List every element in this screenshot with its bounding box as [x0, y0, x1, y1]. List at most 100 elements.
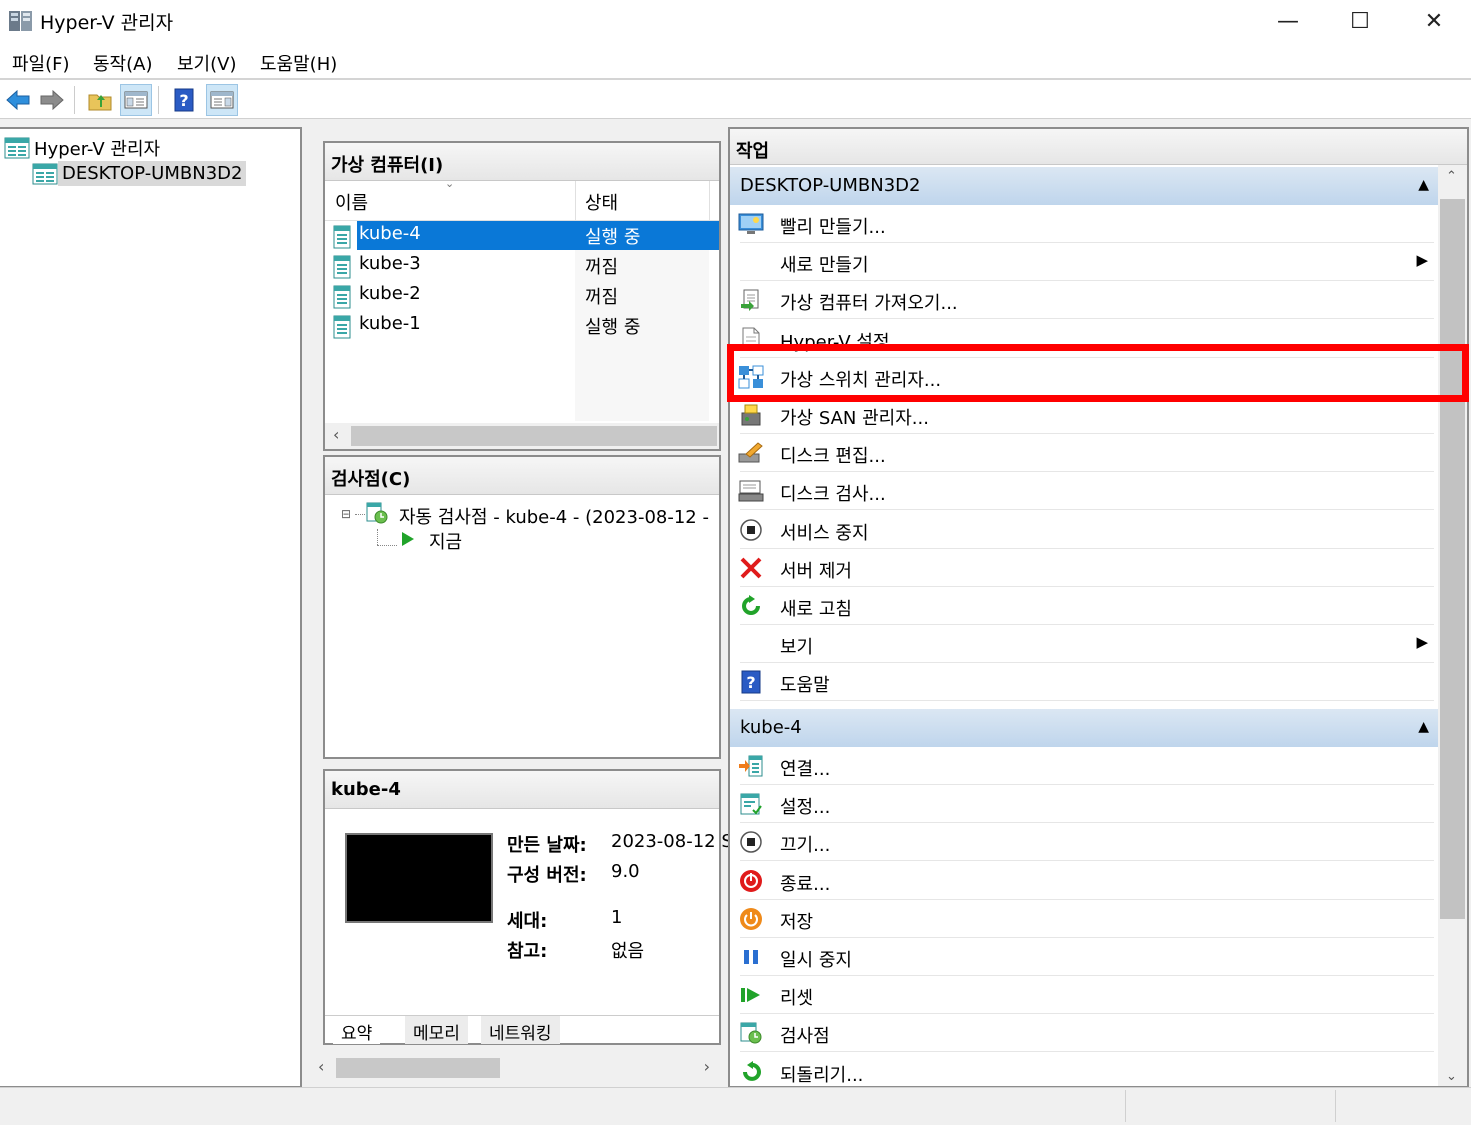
column-name[interactable]: 이름: [335, 189, 368, 215]
back-button[interactable]: [2, 84, 34, 116]
action-item[interactable]: 빨리 만들기...: [730, 205, 1434, 243]
tab-networking[interactable]: 네트워킹: [481, 1016, 560, 1044]
action-item[interactable]: 리셋: [730, 976, 1434, 1015]
server-section-label: DESKTOP-UMBN3D2: [740, 175, 921, 196]
maximize-button[interactable]: ☐: [1324, 0, 1396, 42]
action-item[interactable]: 새로 고침: [730, 587, 1434, 625]
menu-bar: 파일(F) 동작(A) 보기(V) 도움말(H): [0, 44, 1471, 80]
scroll-up-icon[interactable]: ⌃: [1446, 169, 1457, 184]
action-item[interactable]: 종료...: [730, 862, 1434, 900]
edit-disk-icon: [738, 441, 764, 465]
menu-help[interactable]: 도움말(H): [260, 50, 337, 76]
vm-name: kube-3: [359, 253, 421, 274]
vm-icon: [333, 255, 351, 284]
action-item[interactable]: 일시 중지: [730, 938, 1434, 976]
generation-label: 세대:: [507, 911, 548, 932]
action-item[interactable]: 디스크 편집...: [730, 434, 1434, 473]
action-label: 종료...: [780, 873, 831, 895]
close-button[interactable]: ✕: [1398, 0, 1470, 42]
vm-name: kube-1: [359, 313, 421, 334]
scroll-down-icon[interactable]: ⌄: [1446, 1069, 1457, 1084]
column-state[interactable]: 상태: [585, 189, 618, 215]
scroll-right-icon[interactable]: ›: [704, 1057, 710, 1076]
forward-button[interactable]: [36, 84, 68, 116]
quick-create-icon: [738, 212, 764, 236]
vm-column-header: 이름 ⌄ 상태: [325, 177, 719, 221]
actions-vscroll-thumb[interactable]: [1440, 199, 1465, 919]
action-item[interactable]: 끄기...: [730, 823, 1434, 862]
action-item[interactable]: 보기 ▶: [730, 625, 1434, 664]
created-label: 만든 날짜:: [507, 835, 587, 856]
menu-action[interactable]: 동작(A): [93, 50, 152, 76]
help-toolbar-button[interactable]: ?: [168, 84, 200, 116]
notes-value: 없음: [611, 941, 645, 962]
vm-row[interactable]: kube-2 꺼짐: [325, 281, 719, 311]
vm-row[interactable]: kube-3 꺼짐: [325, 251, 719, 281]
vm-row[interactable]: kube-1 실행 중: [325, 311, 719, 341]
connect-icon: [738, 754, 764, 778]
menu-view[interactable]: 보기(V): [177, 50, 236, 76]
action-item[interactable]: 검사점: [730, 1014, 1434, 1053]
scroll-left-icon[interactable]: ‹: [318, 1057, 324, 1076]
middle-hscroll-thumb[interactable]: [336, 1058, 500, 1078]
vm-hscroll[interactable]: ‹: [325, 423, 719, 449]
vm-row[interactable]: kube-4 실행 중: [325, 221, 719, 251]
action-label: 새로 고침: [780, 599, 852, 620]
show-hide-action-pane-button[interactable]: [206, 84, 238, 116]
action-item[interactable]: 설정...: [730, 785, 1434, 824]
help-icon: ?: [738, 670, 764, 694]
save-icon: [738, 907, 764, 931]
up-folder-button[interactable]: [84, 84, 116, 116]
actions-vscroll[interactable]: ⌃ ⌄: [1438, 165, 1467, 1086]
action-item[interactable]: 가상 컴퓨터 가져오기...: [730, 281, 1434, 320]
vm-hscroll-thumb[interactable]: [351, 426, 717, 446]
tree-root-node[interactable]: Hyper-V 관리자: [4, 133, 164, 163]
tree-root-label: Hyper-V 관리자: [34, 139, 161, 160]
submenu-arrow-icon: ▶: [1416, 633, 1428, 652]
hyperv-manager-icon: [4, 137, 30, 159]
show-hide-console-tree-button[interactable]: [120, 84, 152, 116]
action-label: 보기: [780, 637, 814, 659]
vm-thumbnail[interactable]: [345, 833, 493, 923]
notes-label: 참고:: [507, 941, 548, 962]
collapse-icon[interactable]: ⊟: [341, 507, 351, 521]
details-panel-title: kube-4: [325, 771, 719, 809]
action-item[interactable]: ? 도움말: [730, 663, 1434, 702]
server-actions-header[interactable]: DESKTOP-UMBN3D2 ▲: [730, 167, 1441, 205]
action-item[interactable]: 연결...: [730, 747, 1434, 785]
action-item[interactable]: 되돌리기...: [730, 1053, 1434, 1086]
vm-panel-title: 가상 컴퓨터(I): [325, 143, 719, 181]
middle-hscroll[interactable]: ‹ ›: [310, 1055, 720, 1081]
tab-memory[interactable]: 메모리: [405, 1016, 468, 1044]
san-icon: [738, 403, 764, 427]
minimize-button[interactable]: —: [1252, 0, 1324, 42]
action-label: 가상 컴퓨터 가져오기...: [780, 293, 958, 315]
vm-icon: [333, 225, 351, 254]
vm-icon: [333, 315, 351, 344]
help-book-icon: ?: [174, 88, 194, 112]
workspace: Hyper-V 관리자 DESKTOP-UMBN3D2 가상 컴퓨터(I) 이름…: [0, 118, 1471, 1088]
action-label: 연결...: [780, 759, 831, 780]
scroll-left-icon[interactable]: ‹: [333, 425, 339, 444]
action-item[interactable]: 서비스 중지: [730, 511, 1434, 549]
menu-file[interactable]: 파일(F): [12, 50, 70, 76]
vm-actions-header[interactable]: kube-4 ▲: [730, 709, 1441, 747]
tab-summary[interactable]: 요약: [333, 1016, 381, 1044]
action-item[interactable]: 저장: [730, 900, 1434, 938]
close-icon: ✕: [1424, 8, 1444, 34]
shutdown-icon: [738, 869, 764, 893]
remove-server-icon: [738, 556, 764, 580]
action-item[interactable]: 서버 제거: [730, 549, 1434, 587]
checkpoint-node-label[interactable]: 자동 검사점 - kube-4 - (2023-08-12 -: [399, 503, 709, 529]
action-item[interactable]: 새로 만들기 ▶: [730, 243, 1434, 282]
action-item[interactable]: 디스크 검사...: [730, 472, 1434, 511]
tree-server-node[interactable]: DESKTOP-UMBN3D2: [32, 161, 247, 186]
action-label: 디스크 검사...: [780, 484, 886, 506]
minimize-icon: —: [1277, 8, 1299, 34]
title-bar: Hyper-V 관리자 — ☐ ✕: [0, 0, 1471, 42]
action-label: 끄기...: [780, 835, 831, 857]
action-label: 서버 제거: [780, 560, 852, 582]
checkpoint-now-label[interactable]: 지금: [429, 528, 462, 554]
forward-arrow-icon: [40, 89, 64, 111]
back-arrow-icon: [6, 89, 30, 111]
